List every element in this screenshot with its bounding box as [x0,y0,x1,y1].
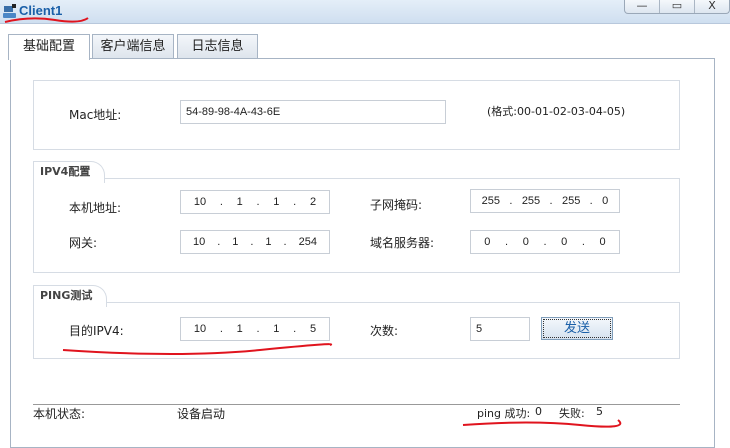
destination-ipv4-input[interactable]: 10. 1. 1. 5 [180,317,330,341]
octet: 1 [236,196,243,208]
octet: 255 [561,195,581,207]
ipv4-section-title: IPV4配置 [33,161,106,183]
octet: 255 [481,195,501,207]
close-button[interactable]: X [695,0,729,13]
octet: 1 [232,236,239,248]
window-title: Client1 [19,3,63,18]
dns-server-input[interactable]: 0.0.0.0 [470,230,620,254]
octet: 0 [561,236,568,248]
title-bar: Client1 — ▭ X [0,0,730,24]
subnet-mask-label: 子网掩码: [370,198,423,212]
ping-section-title: PING测试 [33,285,108,307]
mac-format-hint: (格式:00-01-02-03-04-05) [487,105,626,118]
octet: 1 [236,323,243,335]
mac-input[interactable]: 54-89-98-4A-43-6E [180,100,446,124]
maximize-button[interactable]: ▭ [660,0,695,13]
device-status-value: 设备启动 [177,407,226,421]
octet: 254 [298,236,317,248]
octet: 5 [309,323,317,335]
octet: 255 [521,195,541,207]
ping-success-count: 0 [535,405,542,418]
octet: 1 [265,236,272,248]
octet: 10 [192,236,206,248]
send-button[interactable]: 发送 [541,317,613,340]
gateway-input[interactable]: 10. 1. 1. 254 [180,230,330,254]
subnet-mask-input[interactable]: 255. 255. 255. 0 [470,189,620,213]
octet: 2 [309,196,317,208]
tab-log-info[interactable]: 日志信息 [177,34,258,59]
mac-label: Mac地址: [69,108,122,122]
octet: 0 [484,236,491,248]
client-pc-icon [3,4,16,18]
octet: 0 [522,236,529,248]
ping-success-label: ping 成功: [477,407,531,420]
minimize-button[interactable]: — [625,0,660,13]
octet: 10 [193,323,207,335]
octet: 1 [273,323,280,335]
octet: 0 [602,195,609,207]
ping-fail-label: 失败: [559,407,585,420]
octet: 1 [273,196,280,208]
destination-ipv4-label: 目的IPV4: [69,324,124,338]
device-status-label: 本机状态: [33,407,86,421]
tab-basic-config[interactable]: 基础配置 [8,34,90,60]
local-address-input[interactable]: 10. 1. 1. 2 [180,190,330,214]
octet: 10 [193,196,207,208]
ping-count-label: 次数: [370,324,399,338]
tab-client-info[interactable]: 客户端信息 [92,34,174,59]
dns-server-label: 域名服务器: [370,236,435,250]
ping-fail-count: 5 [596,405,603,418]
ping-count-input[interactable]: 5 [470,317,530,341]
window-controls: — ▭ X [624,0,730,14]
gateway-label: 网关: [69,236,98,250]
local-address-label: 本机地址: [69,201,122,215]
octet: 0 [599,236,606,248]
